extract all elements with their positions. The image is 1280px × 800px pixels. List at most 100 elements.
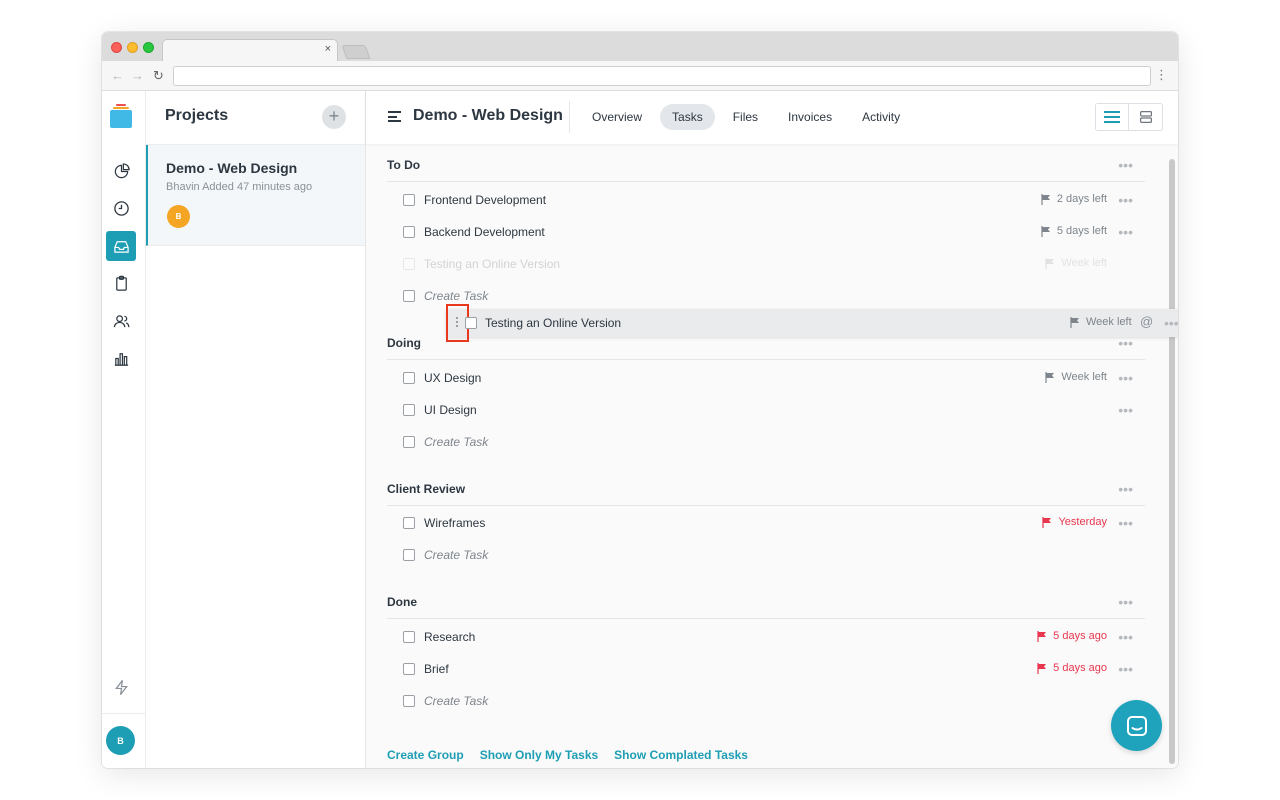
group-more-icon[interactable]: •••	[1118, 482, 1133, 496]
close-window-button[interactable]	[111, 42, 122, 53]
task-checkbox[interactable]	[465, 317, 477, 329]
task-name: Testing an Online Version	[424, 257, 561, 271]
forward-arrow-icon[interactable]: →	[131, 68, 144, 83]
task-due-text: 2 days left	[1056, 193, 1107, 205]
rail-item-people[interactable]	[106, 306, 136, 336]
task-checkbox[interactable]	[403, 372, 415, 384]
task-due[interactable]: Yesterday	[1042, 516, 1107, 528]
browser-toolbar: ← → ↻ ⋮	[102, 61, 1178, 91]
task-more-icon[interactable]: •••	[1118, 193, 1133, 207]
task-name[interactable]: UX Design	[424, 371, 481, 385]
create-task-row[interactable]: Create Task	[387, 685, 1145, 717]
task-due-text: 5 days ago	[1053, 662, 1107, 674]
group-more-icon[interactable]: •••	[1118, 336, 1133, 350]
task-checkbox[interactable]	[403, 194, 415, 206]
browser-menu-icon[interactable]: ⋮	[1155, 67, 1168, 83]
task-due[interactable]: 5 days left	[1041, 225, 1107, 237]
flag-icon	[1045, 257, 1055, 269]
task-more-icon[interactable]: •••	[1118, 225, 1133, 239]
board-view-button[interactable]	[1129, 104, 1162, 130]
create-task-input[interactable]: Create Task	[424, 548, 488, 562]
task-due[interactable]: Week left	[1070, 316, 1132, 328]
create-task-input[interactable]: Create Task	[424, 694, 488, 708]
flag-icon	[1041, 225, 1050, 237]
task-more-icon[interactable]: •••	[1118, 630, 1133, 644]
task-checkbox[interactable]	[403, 290, 415, 302]
back-arrow-icon[interactable]: ←	[111, 68, 124, 83]
create-task-input[interactable]: Create Task	[424, 435, 488, 449]
task-name[interactable]: Wireframes	[424, 516, 485, 530]
show-my-tasks-link[interactable]: Show Only My Tasks	[480, 748, 598, 762]
tab-close-icon[interactable]: ×	[325, 43, 331, 55]
list-view-button[interactable]	[1096, 104, 1130, 130]
task-more-icon[interactable]: •••	[1118, 403, 1133, 417]
task-name[interactable]: Frontend Development	[424, 193, 546, 207]
task-row[interactable]: Brief 5 days ago •••	[387, 653, 1145, 685]
add-project-button[interactable]: +	[322, 105, 346, 129]
maximize-window-button[interactable]	[143, 42, 154, 53]
tab-overview[interactable]: Overview	[580, 104, 654, 130]
create-group-link[interactable]: Create Group	[387, 748, 464, 762]
create-task-input[interactable]: Create Task	[424, 289, 488, 303]
task-row[interactable]: UX Design Week left •••	[387, 362, 1145, 394]
hamburger-menu-icon[interactable]	[388, 111, 401, 122]
new-tab-button[interactable]	[341, 45, 371, 59]
project-card[interactable]: Demo - Web Design Bhavin Added 47 minute…	[146, 145, 365, 246]
rail-item-dashboard[interactable]	[106, 156, 136, 186]
task-checkbox[interactable]	[403, 631, 415, 643]
scrollbar[interactable]	[1169, 159, 1175, 764]
task-due[interactable]: Week left	[1045, 371, 1107, 383]
task-name[interactable]: UI Design	[424, 403, 477, 417]
task-row[interactable]: Backend Development 5 days left •••	[387, 216, 1145, 248]
task-more-icon[interactable]: •••	[1118, 662, 1133, 676]
dragging-task-row[interactable]: Testing an Online Version Week left @ ••…	[446, 304, 1178, 342]
show-completed-tasks-link[interactable]: Show Complated Tasks	[614, 748, 748, 762]
projects-title: Projects	[165, 107, 229, 124]
rail-item-tasks[interactable]	[106, 268, 136, 298]
task-checkbox[interactable]	[403, 517, 415, 529]
task-due[interactable]: 5 days ago	[1037, 630, 1107, 642]
task-checkbox[interactable]	[403, 695, 415, 707]
task-row[interactable]: Research 5 days ago •••	[387, 621, 1145, 653]
tab-activity[interactable]: Activity	[850, 104, 912, 130]
task-checkbox[interactable]	[403, 226, 415, 238]
reload-icon[interactable]: ↻	[153, 68, 164, 84]
mention-icon[interactable]: @	[1140, 314, 1153, 329]
chat-button[interactable]	[1111, 700, 1162, 751]
group-more-icon[interactable]: •••	[1118, 595, 1133, 609]
task-row[interactable]: UI Design •••	[387, 394, 1145, 426]
minimize-window-button[interactable]	[127, 42, 138, 53]
url-input[interactable]	[173, 66, 1151, 86]
app-logo-icon[interactable]	[110, 103, 132, 129]
rail-item-time[interactable]	[106, 193, 136, 223]
project-member-avatar[interactable]: B	[167, 205, 190, 228]
task-name[interactable]: Research	[424, 630, 475, 644]
rail-item-integrations[interactable]	[106, 672, 136, 702]
task-name[interactable]: Brief	[424, 662, 449, 676]
task-due[interactable]: 5 days ago	[1037, 662, 1107, 674]
task-checkbox[interactable]	[403, 663, 415, 675]
create-task-row[interactable]: Create Task	[387, 539, 1145, 571]
tab-tasks[interactable]: Tasks	[660, 104, 715, 130]
create-task-row[interactable]: Create Task	[387, 280, 1145, 312]
rail-item-projects[interactable]	[106, 231, 136, 261]
task-name[interactable]: Testing an Online Version	[485, 316, 621, 330]
task-checkbox[interactable]	[403, 436, 415, 448]
browser-tab[interactable]: ×	[162, 39, 338, 61]
group-more-icon[interactable]: •••	[1118, 158, 1133, 172]
task-checkbox[interactable]	[403, 549, 415, 561]
task-due[interactable]: 2 days left	[1041, 193, 1107, 205]
create-task-row[interactable]: Create Task	[387, 426, 1145, 458]
task-row[interactable]: Wireframes Yesterday •••	[387, 507, 1145, 539]
task-more-icon[interactable]: •••	[1118, 371, 1133, 385]
task-name[interactable]: Backend Development	[424, 225, 545, 239]
task-checkbox[interactable]	[403, 404, 415, 416]
lightning-icon	[114, 679, 128, 695]
tab-invoices[interactable]: Invoices	[776, 104, 844, 130]
user-avatar[interactable]: B	[106, 726, 135, 755]
tab-files[interactable]: Files	[721, 104, 770, 130]
task-more-icon[interactable]: •••	[1118, 516, 1133, 530]
rail-item-reports[interactable]	[106, 343, 136, 373]
task-row[interactable]: Frontend Development 2 days left •••	[387, 184, 1145, 216]
task-more-icon[interactable]: •••	[1164, 316, 1178, 330]
